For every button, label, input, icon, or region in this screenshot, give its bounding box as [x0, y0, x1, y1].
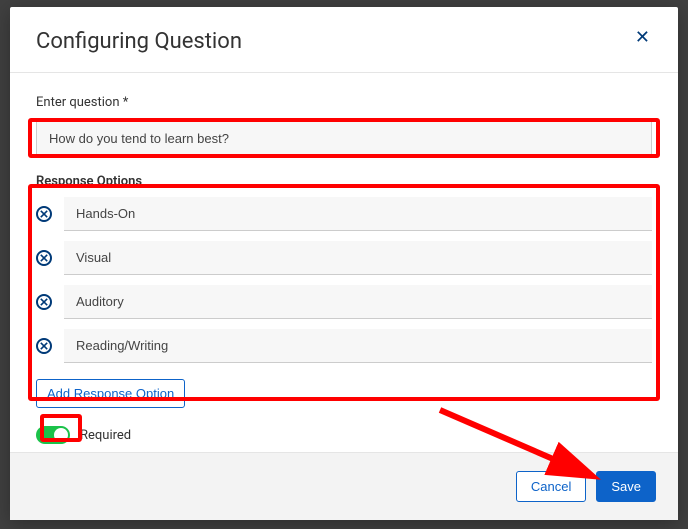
toggle-knob — [54, 428, 68, 442]
modal-footer: Cancel Save — [10, 452, 678, 520]
required-toggle-row: Required — [36, 426, 652, 444]
option-row — [36, 285, 652, 319]
option-input[interactable] — [64, 285, 652, 319]
option-row — [36, 329, 652, 363]
modal-header: Configuring Question ✕ — [10, 7, 678, 72]
option-input[interactable] — [64, 241, 652, 275]
required-toggle[interactable] — [36, 426, 70, 444]
add-response-option-button[interactable]: Add Response Option — [36, 379, 185, 408]
modal-body: Enter question * Response Options Add Re… — [10, 72, 678, 452]
close-icon[interactable]: ✕ — [633, 29, 652, 47]
remove-option-icon[interactable] — [36, 206, 52, 222]
option-row — [36, 241, 652, 275]
cancel-button[interactable]: Cancel — [516, 471, 586, 502]
configure-question-modal: Configuring Question ✕ Enter question * … — [10, 7, 678, 520]
required-label: Required — [80, 428, 131, 443]
save-button[interactable]: Save — [596, 471, 656, 502]
option-row — [36, 197, 652, 231]
remove-option-icon[interactable] — [36, 294, 52, 310]
question-input[interactable] — [36, 120, 652, 156]
modal-backdrop: Configuring Question ✕ Enter question * … — [0, 0, 688, 529]
option-input[interactable] — [64, 329, 652, 363]
option-input[interactable] — [64, 197, 652, 231]
remove-option-icon[interactable] — [36, 250, 52, 266]
response-options-label: Response Options — [36, 174, 652, 189]
question-label: Enter question * — [36, 95, 652, 110]
remove-option-icon[interactable] — [36, 338, 52, 354]
modal-title: Configuring Question — [36, 29, 242, 54]
